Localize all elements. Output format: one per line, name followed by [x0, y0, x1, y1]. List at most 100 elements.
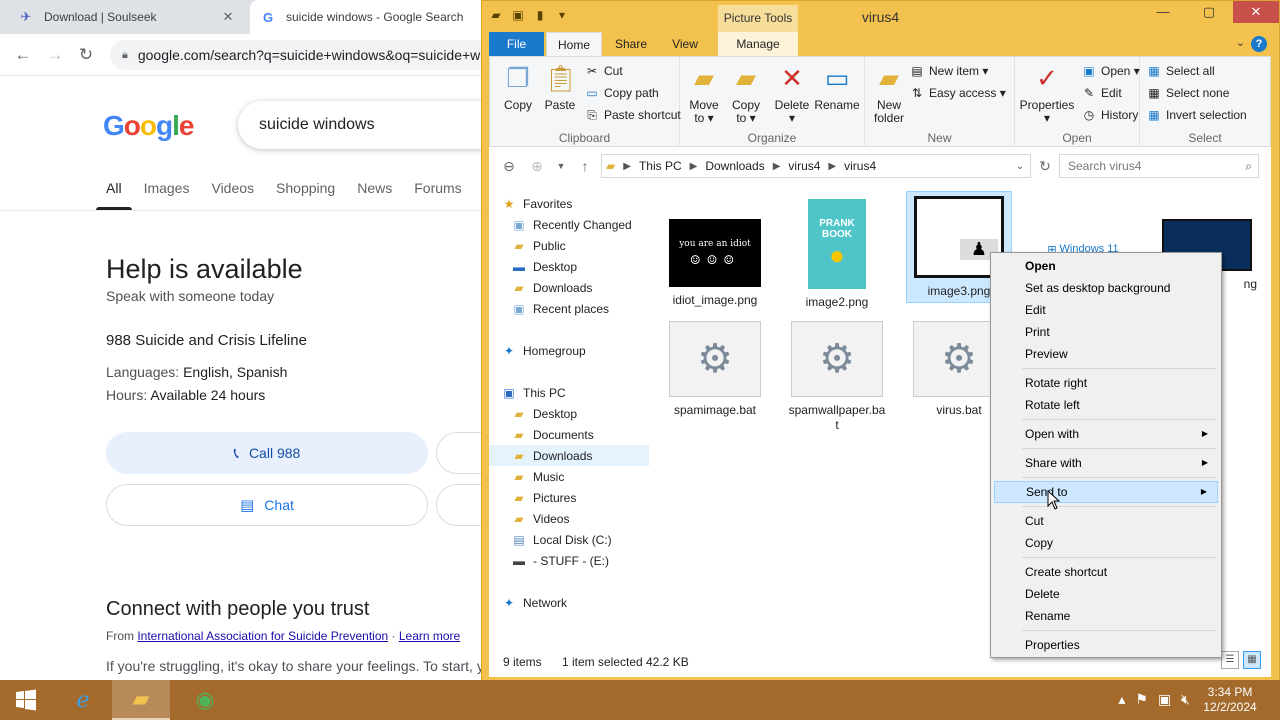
file-item[interactable]: PRANK BOOK ● image2.png — [783, 195, 891, 313]
menu-item-delete[interactable]: Delete — [994, 583, 1218, 605]
nav-pc-downloads[interactable]: ▰ Downloads — [489, 445, 649, 466]
address-bar[interactable]: 🔒︎ google.com/search?q=suicide+windows&o… — [110, 40, 482, 70]
invert-selection-button[interactable]: ▦ Invert selection — [1146, 107, 1246, 123]
tab-file[interactable]: File — [489, 32, 544, 57]
google-logo[interactable]: Google — [103, 110, 194, 142]
breadcrumb-this-pc[interactable]: This PC — [639, 159, 682, 173]
chevron-right-icon[interactable]: ▶ — [623, 161, 631, 172]
close-tab-icon[interactable]: ✕ — [220, 9, 236, 25]
nav-documents[interactable]: ▰ Documents — [511, 424, 669, 445]
select-all-button[interactable]: ▦ Select all — [1146, 63, 1214, 79]
nav-favorites[interactable]: ★ Favorites — [501, 193, 659, 214]
copy-to-button[interactable]: ▰ Copy to ▾ — [726, 61, 766, 125]
copy-path-button[interactable]: ▭ Copy path — [584, 85, 658, 101]
chrome-tab-google[interactable]: G suicide windows - Google Search — [250, 0, 482, 34]
move-to-button[interactable]: ▰ Move to ▾ — [684, 61, 724, 125]
easy-access-button[interactable]: ⇅ Easy access ▾ — [909, 85, 1006, 101]
copy-button[interactable]: ❐ Copy — [498, 61, 538, 112]
tab-home[interactable]: Home — [546, 32, 602, 57]
menu-item-set-desktop-background[interactable]: Set as desktop background — [994, 277, 1218, 299]
close-icon[interactable]: ✕ — [1233, 1, 1279, 23]
menu-item-open[interactable]: Open — [994, 255, 1218, 277]
tab-view[interactable]: View — [660, 32, 710, 57]
chrome-tab-soulseek[interactable]: ✈ Download | Soulseek ✕ — [8, 0, 246, 34]
breadcrumb-virus4-inner[interactable]: virus4 — [844, 159, 876, 173]
learn-more-link[interactable]: Learn more — [399, 629, 460, 643]
nav-downloads[interactable]: ▰ Downloads — [511, 277, 669, 298]
paste-button[interactable]: 📋︎ Paste — [540, 61, 580, 112]
breadcrumb-downloads[interactable]: Downloads — [705, 159, 764, 173]
menu-item-send-to[interactable]: Send to ▶ — [994, 481, 1218, 503]
history-button[interactable]: ◷ History — [1081, 107, 1139, 123]
menu-item-rotate-right[interactable]: Rotate right — [994, 372, 1218, 394]
title-bar[interactable]: ▰ ▣ ▮ ▾ virus4 Picture Tools — ▢ ✕ — [482, 1, 1279, 32]
site-info-icon[interactable]: 🔒︎ — [122, 49, 128, 62]
explorer-address-bar[interactable]: ▰ ▶ This PC ▶ Downloads ▶ virus4 ▶ virus… — [601, 154, 1031, 178]
minimize-icon[interactable]: — — [1141, 1, 1185, 23]
cut-button[interactable]: ✂ Cut — [584, 63, 623, 79]
text-button-partial[interactable] — [436, 432, 482, 474]
menu-item-cut[interactable]: Cut — [994, 510, 1218, 532]
result-tab-videos[interactable]: Videos — [211, 180, 254, 208]
volume-muted-icon[interactable]: 🔇︎ — [1181, 691, 1190, 708]
chevron-down-icon[interactable]: ⌄ — [1236, 36, 1245, 49]
nav-pictures[interactable]: ▰ Pictures — [511, 487, 669, 508]
nav-desktop[interactable]: ▬ Desktop — [511, 256, 669, 277]
chevron-down-icon[interactable]: ⌄ — [1016, 161, 1024, 172]
menu-item-open-with[interactable]: Open with ▶ — [994, 423, 1218, 445]
nav-homegroup[interactable]: ✦ Homegroup — [501, 340, 659, 361]
nav-videos[interactable]: ▰ Videos — [511, 508, 669, 529]
reload-icon[interactable]: ↻ — [75, 44, 97, 66]
result-tab-images[interactable]: Images — [144, 180, 190, 208]
result-tab-news[interactable]: News — [357, 180, 392, 208]
chevron-right-icon[interactable]: ▶ — [828, 161, 836, 172]
menu-item-share-with[interactable]: Share with ▶ — [994, 452, 1218, 474]
clock[interactable]: 3:34 PM 12/2/2024 — [1192, 685, 1268, 715]
internet-explorer-icon[interactable]: ℯ — [54, 680, 112, 720]
menu-item-rotate-left[interactable]: Rotate left — [994, 394, 1218, 416]
open-button[interactable]: ▣ Open ▾ — [1081, 63, 1139, 79]
help-icon[interactable]: ? — [1251, 36, 1267, 52]
source-link[interactable]: International Association for Suicide Pr… — [137, 629, 388, 643]
chat-button[interactable]: ▤ Chat — [106, 484, 428, 526]
nav-stuff-drive[interactable]: ▬ - STUFF - (E:) — [511, 550, 669, 571]
large-icons-view-icon[interactable]: ▦ — [1243, 651, 1261, 669]
google-search-box[interactable]: suicide windows — [238, 101, 482, 149]
new-folder-button[interactable]: ▰ New folder — [869, 61, 909, 125]
up-arrow-icon[interactable]: ↑ — [575, 156, 595, 176]
call-988-button[interactable]: 📞︎ Call 988 — [106, 432, 428, 474]
details-view-icon[interactable]: ☰ — [1221, 651, 1239, 669]
back-icon[interactable]: ⊖ — [499, 156, 519, 176]
forward-arrow-icon[interactable]: → — [44, 44, 66, 66]
edit-button[interactable]: ✎ Edit — [1081, 85, 1122, 101]
nav-network[interactable]: ✦ Network — [501, 592, 659, 613]
file-explorer-icon[interactable]: ▰ — [112, 680, 170, 720]
nav-pc-desktop[interactable]: ▰ Desktop — [511, 403, 669, 424]
recent-locations-icon[interactable]: ▼ — [551, 156, 571, 176]
nav-this-pc[interactable]: ▣ This PC — [501, 382, 659, 403]
nav-recently-changed[interactable]: ▣ Recently Changed — [511, 214, 669, 235]
flag-icon[interactable]: ⚑ — [1135, 691, 1148, 708]
chevron-right-icon[interactable]: ▶ — [773, 161, 781, 172]
delete-button[interactable]: ✕ Delete ▾ — [772, 61, 812, 125]
new-item-button[interactable]: ▤ New item ▾ — [909, 63, 988, 79]
result-tab-all[interactable]: All — [96, 180, 131, 210]
menu-item-properties[interactable]: Properties — [994, 634, 1218, 656]
maximize-icon[interactable]: ▢ — [1187, 1, 1231, 23]
tab-share[interactable]: Share — [606, 32, 656, 57]
rename-button[interactable]: ▭ Rename — [814, 61, 860, 112]
menu-item-create-shortcut[interactable]: Create shortcut — [994, 561, 1218, 583]
refresh-icon[interactable]: ↻ — [1035, 156, 1055, 176]
forward-icon[interactable]: ⊕ — [527, 156, 547, 176]
menu-item-copy[interactable]: Copy — [994, 532, 1218, 554]
nav-local-disk[interactable]: ▤ Local Disk (C:) — [511, 529, 669, 550]
network-tray-icon[interactable]: ▣ — [1158, 691, 1171, 708]
file-item[interactable]: you are an idiot ☺☺☺ idiot_image.png — [661, 215, 769, 311]
result-tab-shopping[interactable]: Shopping — [276, 180, 335, 208]
soulseek-app-icon[interactable]: ◉ — [176, 680, 234, 720]
menu-item-rename[interactable]: Rename — [994, 605, 1218, 627]
chevron-right-icon[interactable]: ▶ — [690, 161, 698, 172]
start-button[interactable] — [0, 680, 52, 720]
nav-music[interactable]: ▰ Music — [511, 466, 669, 487]
show-hidden-icons-icon[interactable]: ▴ — [1118, 691, 1125, 708]
